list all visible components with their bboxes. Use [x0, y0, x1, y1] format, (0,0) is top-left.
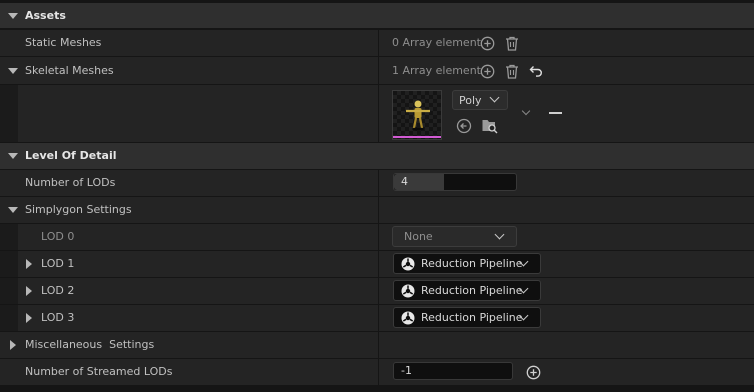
collapse-arrow-icon[interactable] — [8, 68, 18, 74]
find-in-browser-icon[interactable] — [481, 116, 499, 134]
indent-gutter — [0, 251, 18, 277]
lod-2-combo[interactable]: Reduction Pipeline — [393, 280, 541, 301]
collapse-arrow-icon[interactable] — [8, 153, 18, 159]
row-lod-3: LOD 3 — [0, 305, 754, 331]
column-divider — [378, 197, 379, 223]
skeletal-mesh-preview-icon — [406, 100, 430, 131]
column-divider — [378, 332, 379, 358]
column-divider — [378, 251, 379, 277]
chevron-down-icon — [489, 92, 500, 103]
column-divider — [378, 170, 379, 196]
collapse-arrow-icon[interactable] — [8, 13, 18, 19]
details-panel: Assets Static Meshes 0 Array element Ske… — [0, 0, 754, 392]
column-divider — [378, 305, 379, 331]
lod-3-combo[interactable]: Reduction Pipeline — [393, 307, 541, 328]
property-label: Number of LODs — [25, 176, 116, 189]
collapse-arrow-icon[interactable] — [8, 207, 18, 213]
row-simplygon-settings: Simplygon Settings — [0, 197, 754, 223]
row-lod-1: LOD 1 — [0, 251, 754, 277]
pipeline-icon — [401, 257, 415, 271]
combo-value: Reduction Pipeline — [421, 284, 523, 297]
minus-icon[interactable] — [549, 112, 562, 114]
array-count: 0 Array element — [392, 36, 481, 49]
add-icon[interactable] — [479, 35, 495, 51]
column-divider — [378, 278, 379, 304]
spinbox-value: 4 — [401, 175, 408, 188]
category-title: Level Of Detail — [25, 149, 117, 162]
streamed-lods-spinbox[interactable]: -1 — [393, 362, 513, 380]
number-of-lods-spinbox[interactable]: 4 — [393, 173, 517, 191]
property-label: LOD 2 — [41, 284, 75, 297]
combo-value: None — [404, 230, 433, 243]
thumbnail-asset-color-bar — [393, 136, 441, 138]
row-miscellaneous-settings: Miscellaneous Settings — [0, 332, 754, 358]
property-label: LOD 0 — [41, 230, 75, 243]
pipeline-icon — [401, 284, 415, 298]
property-label: Number of Streamed LODs — [25, 365, 173, 378]
column-divider — [378, 359, 379, 385]
property-label: LOD 1 — [41, 257, 75, 270]
indent-gutter — [0, 85, 18, 142]
row-lod-2: LOD 2 — [0, 278, 754, 304]
property-label: Skeletal Meshes — [25, 64, 114, 77]
category-title: Assets — [25, 9, 66, 22]
add-icon[interactable] — [479, 63, 495, 79]
browse-icon[interactable] — [455, 117, 472, 134]
combo-value: Reduction Pipeline — [421, 311, 523, 324]
reset-icon[interactable] — [528, 63, 544, 79]
mesh-thumbnail[interactable] — [392, 90, 442, 140]
chevron-down-icon — [494, 229, 505, 240]
lod-0-combo[interactable]: None — [392, 226, 517, 247]
combo-value: Reduction Pipeline — [421, 257, 523, 270]
column-divider — [378, 85, 379, 142]
property-label: Static Meshes — [25, 36, 102, 49]
expand-arrow-icon[interactable] — [26, 286, 32, 296]
property-label: Simplygon Settings — [25, 203, 132, 216]
spinbox-value: -1 — [401, 364, 412, 377]
mesh-picker-combo[interactable]: Poly — [452, 90, 508, 110]
expand-arrow-icon[interactable] — [26, 313, 32, 323]
category-level-of-detail[interactable]: Level Of Detail — [0, 143, 754, 169]
property-label: Miscellaneous Settings — [25, 338, 155, 351]
pipeline-icon — [401, 311, 415, 325]
indent-gutter — [0, 224, 18, 250]
combo-value: Poly — [459, 93, 482, 107]
expand-arrow-icon[interactable] — [10, 340, 16, 350]
delete-icon[interactable] — [504, 63, 520, 79]
column-divider — [378, 57, 379, 84]
add-icon[interactable] — [525, 364, 541, 380]
indent-gutter — [0, 278, 18, 304]
category-assets[interactable]: Assets — [0, 3, 754, 28]
lod-1-combo[interactable]: Reduction Pipeline — [393, 253, 541, 274]
array-count: 1 Array element — [392, 64, 481, 77]
property-label: LOD 3 — [41, 311, 75, 324]
delete-icon[interactable] — [504, 35, 520, 51]
column-divider — [378, 224, 379, 250]
row-number-of-streamed-lods: Number of Streamed LODs — [0, 359, 754, 385]
row-lod-0: LOD 0 — [0, 224, 754, 250]
column-divider — [378, 30, 379, 56]
array-element-row — [0, 85, 754, 142]
expand-arrow-icon[interactable] — [26, 259, 32, 269]
row-number-of-lods: Number of LODs — [0, 170, 754, 196]
indent-gutter — [0, 305, 18, 331]
row-skeletal-meshes: Skeletal Meshes 1 Array element — [0, 57, 754, 84]
row-static-meshes: Static Meshes 0 Array element — [0, 30, 754, 56]
